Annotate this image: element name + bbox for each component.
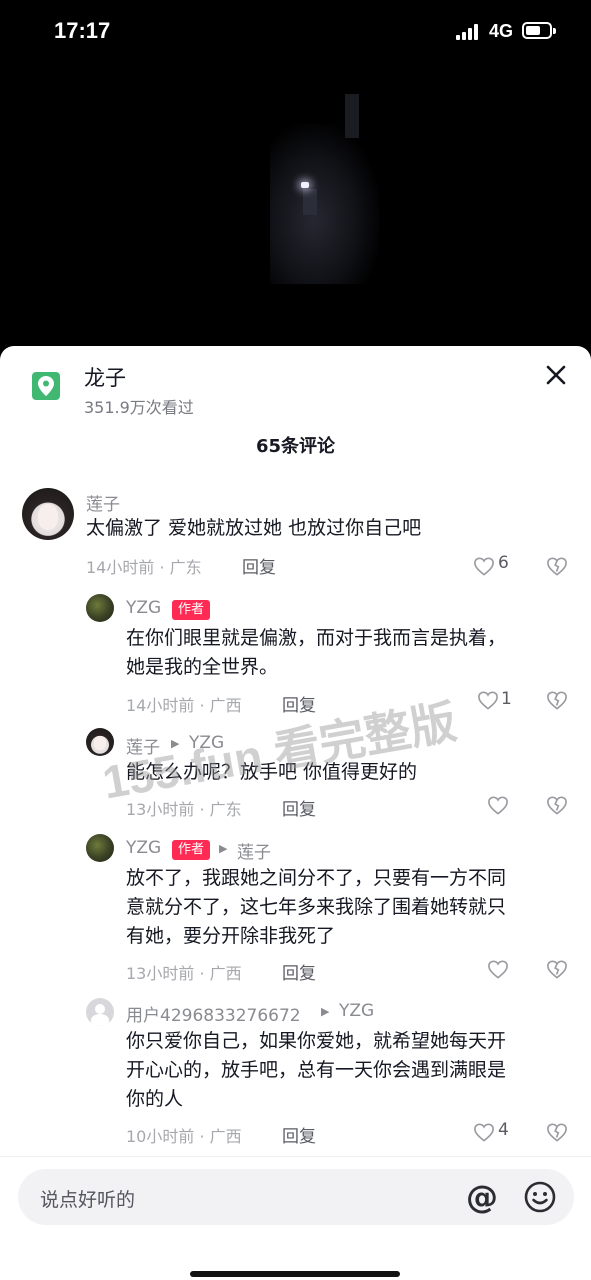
comment-author[interactable]: 用户4296833276672	[126, 1001, 301, 1026]
video-player[interactable]	[0, 64, 591, 364]
comment-meta: 14小时前 · 广西	[126, 696, 242, 715]
broken-heart-icon[interactable]	[546, 690, 568, 710]
location-views: 351.9万次看过	[84, 398, 194, 417]
like-count: 4	[498, 1120, 509, 1140]
avatar[interactable]	[86, 834, 114, 862]
comment-text-line: 她是我的全世界。	[126, 656, 279, 678]
location-title[interactable]: 龙子	[84, 362, 126, 392]
heart-icon[interactable]	[473, 556, 495, 576]
author-badge: 作者	[172, 600, 211, 620]
comment-count: 65条评论	[255, 436, 336, 457]
comment-text[interactable]: 在你们眼里就是偏激，而对于我而言是执着， 她是我的全世界。	[126, 624, 506, 682]
avatar[interactable]	[22, 488, 74, 540]
battery-icon	[522, 22, 556, 39]
like-count: 1	[501, 689, 512, 709]
like-count: 6	[498, 553, 509, 573]
comment-meta: 10小时前 · 广西	[126, 1127, 242, 1146]
status-bar: 17:17 4G	[0, 0, 591, 64]
signal-icon	[456, 24, 482, 40]
video-scene-window	[345, 94, 359, 138]
location-pin-icon[interactable]	[32, 372, 60, 400]
video-scene	[270, 124, 380, 284]
comment-text-line: 你的人	[126, 1088, 184, 1110]
broken-heart-icon[interactable]	[546, 556, 568, 576]
at-icon[interactable]: @	[465, 1180, 499, 1214]
comment-meta: 13小时前 · 广西	[126, 964, 242, 983]
reply-arrow-icon: ▶	[219, 842, 228, 855]
heart-icon[interactable]	[473, 1122, 495, 1142]
reply-arrow-icon: ▶	[321, 1005, 330, 1018]
author-badge: 作者	[172, 840, 211, 860]
video-scene-light	[301, 182, 309, 188]
emoji-icon[interactable]	[523, 1180, 557, 1214]
comment-text-line: 在你们眼里就是偏激，而对于我而言是执着，	[126, 627, 507, 649]
reply-button[interactable]: 回复	[282, 959, 316, 984]
comment-sheet: 龙子 351.9万次看过 65条评论 莲子 太偏激了 爱她就放过她 也放过你自己…	[0, 346, 591, 1280]
close-icon[interactable]	[541, 360, 571, 390]
comment-text-line: 放不了，我跟她之间分不了，只要有一方不同	[126, 867, 507, 889]
heart-icon[interactable]	[487, 795, 509, 815]
comment-text[interactable]: 太偏激了 爱她就放过她 也放过你自己吧	[86, 514, 421, 543]
reply-button[interactable]: 回复	[242, 553, 276, 578]
comment-author[interactable]: 莲子	[86, 490, 120, 515]
broken-heart-icon[interactable]	[546, 795, 568, 815]
comment-author[interactable]: YZG	[126, 598, 161, 618]
comment-author[interactable]: YZG	[126, 838, 161, 858]
avatar[interactable]	[86, 998, 114, 1026]
comment-input-bar: 说点好听的 @	[0, 1156, 591, 1280]
comment-input[interactable]: 说点好听的 @	[18, 1169, 574, 1225]
avatar[interactable]	[86, 594, 114, 622]
comment-input-placeholder: 说点好听的	[40, 1189, 136, 1211]
reply-to-name[interactable]: YZG	[339, 1001, 374, 1021]
reply-button[interactable]: 回复	[282, 1122, 316, 1147]
heart-icon[interactable]	[487, 959, 509, 979]
comment-text[interactable]: 你只爱你自己，如果你爱她，就希望她每天开 开心心的，放手吧，总有一天你会遇到满眼…	[126, 1027, 506, 1114]
comment-text[interactable]: 放不了，我跟她之间分不了，只要有一方不同 意就分不了，这七年多来我除了围着她转就…	[126, 864, 506, 951]
broken-heart-icon[interactable]	[546, 1122, 568, 1142]
home-indicator[interactable]	[190, 1271, 400, 1277]
comment-text-line: 有她，要分开除非我死了	[126, 925, 336, 947]
comment-text-line: 开心心的，放手吧，总有一天你会遇到满眼是	[126, 1059, 507, 1081]
comment-meta: 14小时前 · 广东	[86, 558, 202, 577]
reply-to-name[interactable]: 莲子	[237, 838, 271, 863]
video-scene-door	[303, 189, 317, 215]
network-label: 4G	[489, 21, 514, 41]
reply-button[interactable]: 回复	[282, 795, 316, 820]
comment-text-line: 你只爱你自己，如果你爱她，就希望她每天开	[126, 1030, 507, 1052]
broken-heart-icon[interactable]	[546, 959, 568, 979]
comment-text-line: 意就分不了，这七年多来我除了围着她转就只	[126, 896, 507, 918]
heart-icon[interactable]	[477, 690, 499, 710]
status-time: 17:17	[54, 18, 111, 43]
